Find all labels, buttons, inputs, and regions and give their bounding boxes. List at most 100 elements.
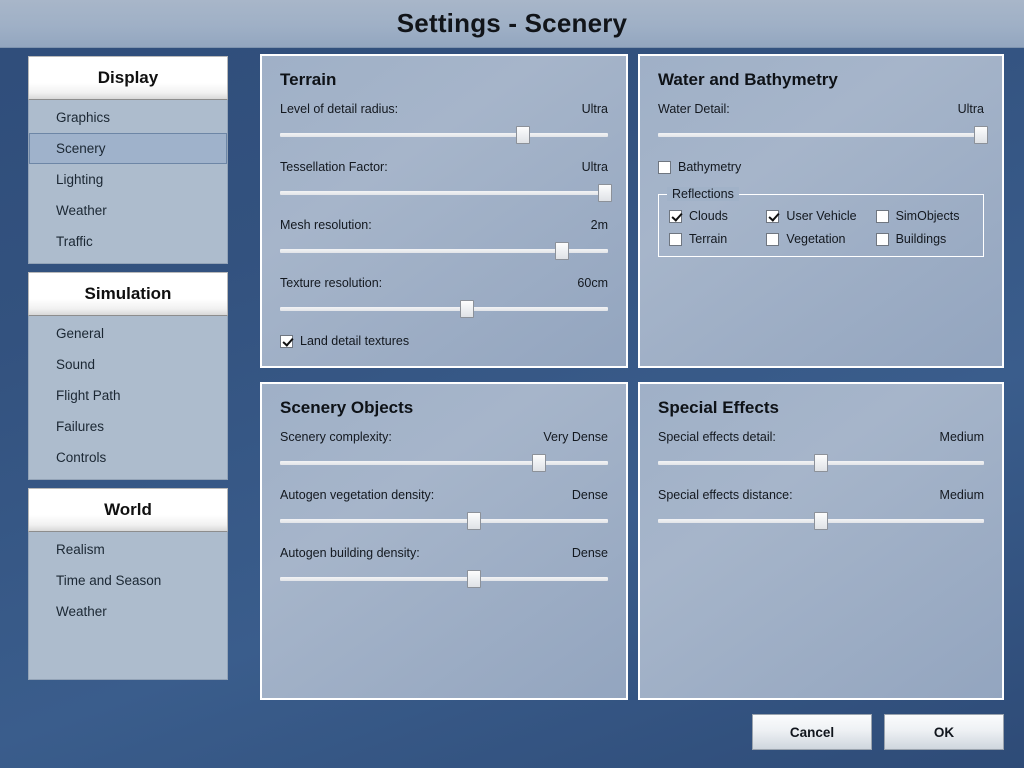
bathymetry-label: Bathymetry (678, 160, 742, 174)
slider-thumb[interactable] (555, 242, 570, 260)
sidebar-item-time-and-season[interactable]: Time and Season (29, 565, 227, 596)
bathymetry-checkbox-row[interactable]: Bathymetry (658, 160, 984, 174)
sidebar-item-controls[interactable]: Controls (29, 442, 227, 473)
special-effects-panel-title: Special Effects (658, 398, 779, 417)
slider-thumb[interactable] (515, 126, 530, 144)
reflection-user-vehicle-checkbox[interactable] (766, 209, 780, 223)
slider-value: 2m (590, 218, 608, 232)
slider-label: Mesh resolution: (280, 218, 372, 232)
window-title-bar: Settings - Scenery (0, 0, 1024, 48)
slider-scenery-complexity[interactable] (280, 454, 608, 472)
slider-label: Scenery complexity: (280, 430, 392, 444)
slider-value: Very Dense (543, 430, 608, 444)
slider-special-effects-distance[interactable] (658, 512, 984, 530)
sidebar-item-label: Time and Season (56, 573, 162, 588)
slider-track (280, 307, 608, 311)
slider-label-row: Level of detail radius: Ultra (280, 102, 608, 116)
sidebar-item-scenery[interactable]: Scenery (29, 133, 227, 164)
special-effects-panel: Special Effects Special effects detail: M… (638, 382, 1004, 700)
sidebar-item-weather[interactable]: Weather (29, 195, 227, 226)
reflection-vegetation-checkbox[interactable] (766, 232, 780, 246)
cancel-button[interactable]: Cancel (752, 714, 872, 750)
slider-label: Autogen vegetation density: (280, 488, 435, 502)
slider-row-scenery-complexity: Scenery complexity: Very Dense (280, 430, 608, 472)
sidebar-item-weather[interactable]: Weather (29, 596, 227, 627)
slider-thumb[interactable] (532, 454, 547, 472)
reflection-simobjects-checkbox[interactable] (875, 209, 889, 223)
reflection-buildings-checkbox[interactable] (875, 232, 889, 246)
sidebar-item-label: Traffic (56, 234, 93, 249)
sidebar-item-realism[interactable]: Realism (29, 534, 227, 565)
terrain-sliders: Level of detail radius: Ultra Tessellation… (280, 102, 612, 318)
slider-thumb[interactable] (814, 512, 828, 530)
slider-track (280, 519, 608, 523)
land-detail-textures-checkbox[interactable] (280, 334, 293, 348)
slider-autogen-vegetation-density[interactable] (280, 512, 608, 530)
slider-track (280, 133, 608, 137)
sidebar-item-graphics[interactable]: Graphics (29, 102, 227, 133)
slider-autogen-building-density[interactable] (280, 570, 608, 588)
land-detail-textures-checkbox-row[interactable]: Land detail textures (280, 334, 608, 348)
slider-thumb[interactable] (973, 126, 988, 144)
slider-label-row: Mesh resolution: 2m (280, 218, 608, 232)
slider-row-autogen-building-density: Autogen building density: Dense (280, 546, 608, 588)
slider-thumb[interactable] (597, 184, 612, 202)
reflection-buildings-row[interactable]: Buildings (875, 232, 973, 246)
reflection-clouds-checkbox[interactable] (669, 209, 682, 223)
slider-value: Dense (571, 546, 608, 560)
page-title: Settings - Scenery (396, 8, 628, 38)
reflection-simobjects-row[interactable]: SimObjects (875, 209, 973, 223)
slider-level-of-detail-radius[interactable] (280, 126, 608, 144)
slider-thumb[interactable] (466, 570, 481, 588)
slider-value: Medium (939, 488, 984, 502)
slider-texture-resolution[interactable] (280, 300, 608, 318)
sidebar-item-label: Controls (56, 450, 107, 465)
sidebar-item-flight-path[interactable]: Flight Path (29, 380, 227, 411)
slider-mesh-resolution[interactable] (280, 242, 608, 260)
slider-track (658, 133, 984, 137)
slider-track (280, 191, 608, 195)
sidebar-item-general[interactable]: General (29, 318, 227, 349)
dialog-footer: Cancel OK (752, 714, 1004, 750)
slider-track (280, 461, 608, 465)
slider-tessellation-factor[interactable] (280, 184, 612, 202)
slider-row-water-detail: Water Detail: Ultra (658, 102, 988, 144)
slider-value: Ultra (581, 160, 608, 174)
slider-water-detail[interactable] (658, 126, 988, 144)
sidebar-item-traffic[interactable]: Traffic (29, 226, 227, 257)
slider-row-autogen-vegetation-density: Autogen vegetation density: Dense (280, 488, 608, 530)
sidebar-item-label: Sound (56, 357, 96, 372)
slider-thumb[interactable] (466, 512, 481, 530)
reflection-vegetation-row[interactable]: Vegetation (766, 232, 875, 246)
slider-label-row: Autogen vegetation density: Dense (280, 488, 608, 502)
slider-label-row: Tessellation Factor: Ultra (280, 160, 608, 174)
reflections-options: Clouds User Vehicle SimObjects Terrain Veget… (669, 209, 973, 246)
water-sliders: Water Detail: Ultra (658, 102, 988, 144)
scenery-objects-sliders: Scenery complexity: Very Dense Autogen veg… (280, 430, 608, 588)
slider-thumb[interactable] (814, 454, 828, 472)
sidebar-item-label: Graphics (56, 110, 111, 125)
reflections-groupbox: Reflections Clouds User Vehicle SimObjects… (658, 187, 984, 257)
terrain-panel-title: Terrain (280, 70, 337, 89)
ok-button[interactable]: OK (884, 714, 1004, 750)
reflection-clouds-row[interactable]: Clouds (669, 209, 766, 223)
sidebar-group-header: Display (28, 56, 228, 100)
reflection-terrain-checkbox[interactable] (669, 232, 682, 246)
reflection-terrain-row[interactable]: Terrain (669, 232, 766, 246)
sidebar-item-label: Failures (56, 419, 105, 434)
sidebar-item-failures[interactable]: Failures (29, 411, 227, 442)
land-detail-textures-label: Land detail textures (300, 334, 410, 348)
reflection-label: Terrain (689, 232, 728, 246)
slider-thumb[interactable] (459, 300, 474, 318)
reflection-label: SimObjects (895, 209, 960, 223)
reflection-label: User Vehicle (786, 209, 857, 223)
reflection-user-vehicle-row[interactable]: User Vehicle (766, 209, 875, 223)
sidebar-group-world: World Realism Time and Season Weather (28, 488, 228, 680)
slider-special-effects-detail[interactable] (658, 454, 984, 472)
slider-label-row: Special effects detail: Medium (658, 430, 984, 444)
bathymetry-checkbox[interactable] (658, 160, 671, 174)
sidebar-item-lighting[interactable]: Lighting (29, 164, 227, 195)
reflection-label: Buildings (895, 232, 947, 246)
slider-label: Autogen building density: (280, 546, 420, 560)
sidebar-item-sound[interactable]: Sound (29, 349, 227, 380)
